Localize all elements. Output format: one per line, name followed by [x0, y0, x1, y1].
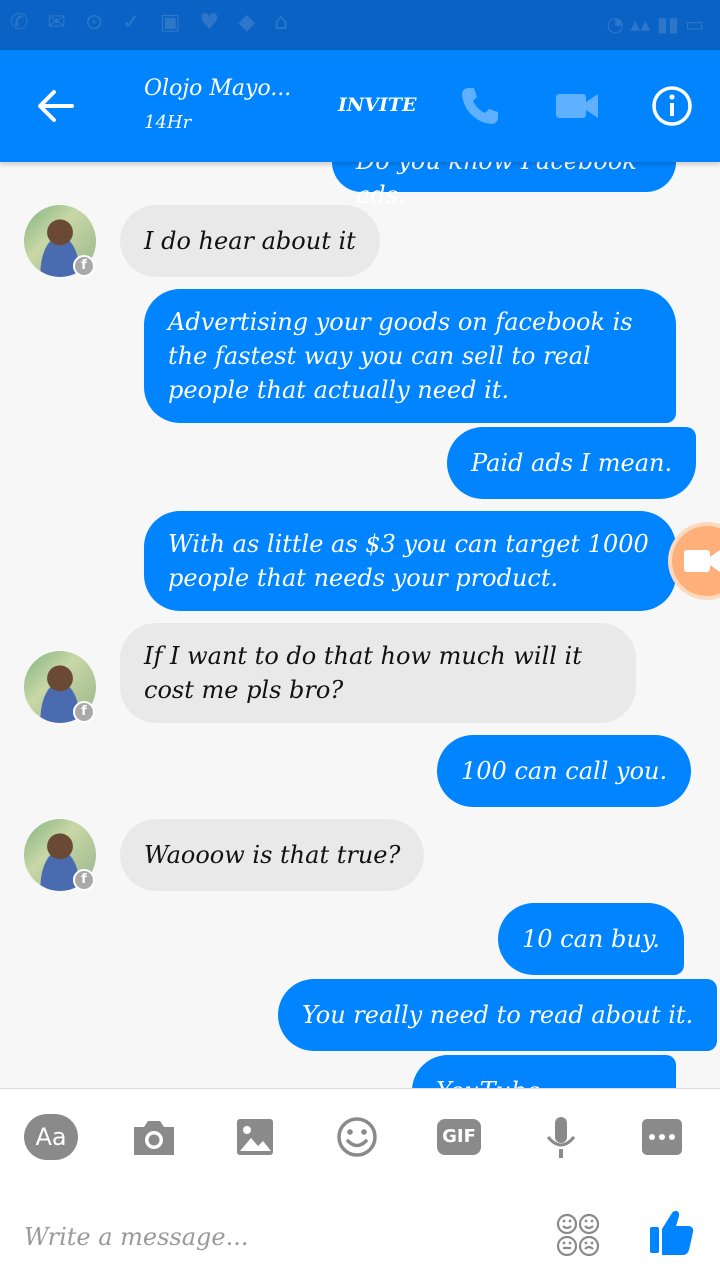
last-active: 14Hr: [144, 112, 192, 133]
invite-button[interactable]: INVITE: [338, 94, 417, 116]
back-arrow-icon[interactable]: [30, 80, 82, 132]
microphone-icon[interactable]: [533, 1113, 589, 1161]
message-outgoing[interactable]: YouTube especially: [412, 1055, 676, 1088]
video-camera-icon[interactable]: [552, 80, 604, 132]
status-notification-icons: ✆ ✉ ⊙ ✓ ▣ ♥ ◆ ⌂: [10, 10, 295, 35]
message-list[interactable]: Do you know Facebook ads. f I do hear ab…: [0, 162, 720, 1088]
message-outgoing[interactable]: 100 can call you.: [437, 735, 692, 807]
message-incoming[interactable]: I do hear about it: [120, 205, 380, 277]
facebook-badge-icon: f: [73, 869, 95, 891]
message-incoming[interactable]: Waooow is that true?: [120, 819, 425, 891]
message-outgoing[interactable]: 10 can buy.: [498, 903, 684, 975]
facebook-badge-icon: f: [73, 255, 95, 277]
text-format-button[interactable]: Aa: [24, 1114, 78, 1160]
message-outgoing[interactable]: Paid ads I mean.: [447, 427, 697, 499]
message-incoming[interactable]: If I want to do that how much will it co…: [120, 623, 636, 723]
message-outgoing[interactable]: With as little as $3 you can target 1000…: [144, 511, 676, 611]
video-chathead[interactable]: [672, 526, 720, 596]
composer: Aa GIF: [0, 1088, 720, 1280]
emoji-icon[interactable]: [329, 1113, 385, 1161]
status-bar: ✆ ✉ ⊙ ✓ ▣ ♥ ◆ ⌂ ◔ ▴▴ ▮▮ ▭: [0, 0, 720, 50]
phone-icon[interactable]: [454, 80, 506, 132]
message-outgoing[interactable]: Advertising your goods on facebook is th…: [144, 289, 676, 423]
image-icon[interactable]: [228, 1113, 284, 1161]
thumbs-up-icon[interactable]: [648, 1207, 696, 1257]
message-input[interactable]: [24, 1217, 504, 1257]
contact-name[interactable]: Olojo Mayo...: [144, 76, 291, 101]
more-icon[interactable]: [636, 1113, 692, 1161]
stickers-icon[interactable]: [554, 1211, 602, 1259]
message-outgoing[interactable]: You really need to read about it.: [278, 979, 718, 1051]
conversation-header: Olojo Mayo... 14Hr INVITE: [0, 50, 720, 162]
camera-icon[interactable]: [126, 1113, 182, 1161]
info-icon[interactable]: [646, 80, 698, 132]
video-camera-icon: [684, 550, 720, 572]
status-system-icons: ◔ ▴▴ ▮▮ ▭: [606, 12, 704, 36]
message-outgoing[interactable]: Do you know Facebook ads.: [332, 162, 676, 209]
facebook-badge-icon: f: [73, 701, 95, 723]
gif-button[interactable]: GIF: [437, 1119, 481, 1155]
